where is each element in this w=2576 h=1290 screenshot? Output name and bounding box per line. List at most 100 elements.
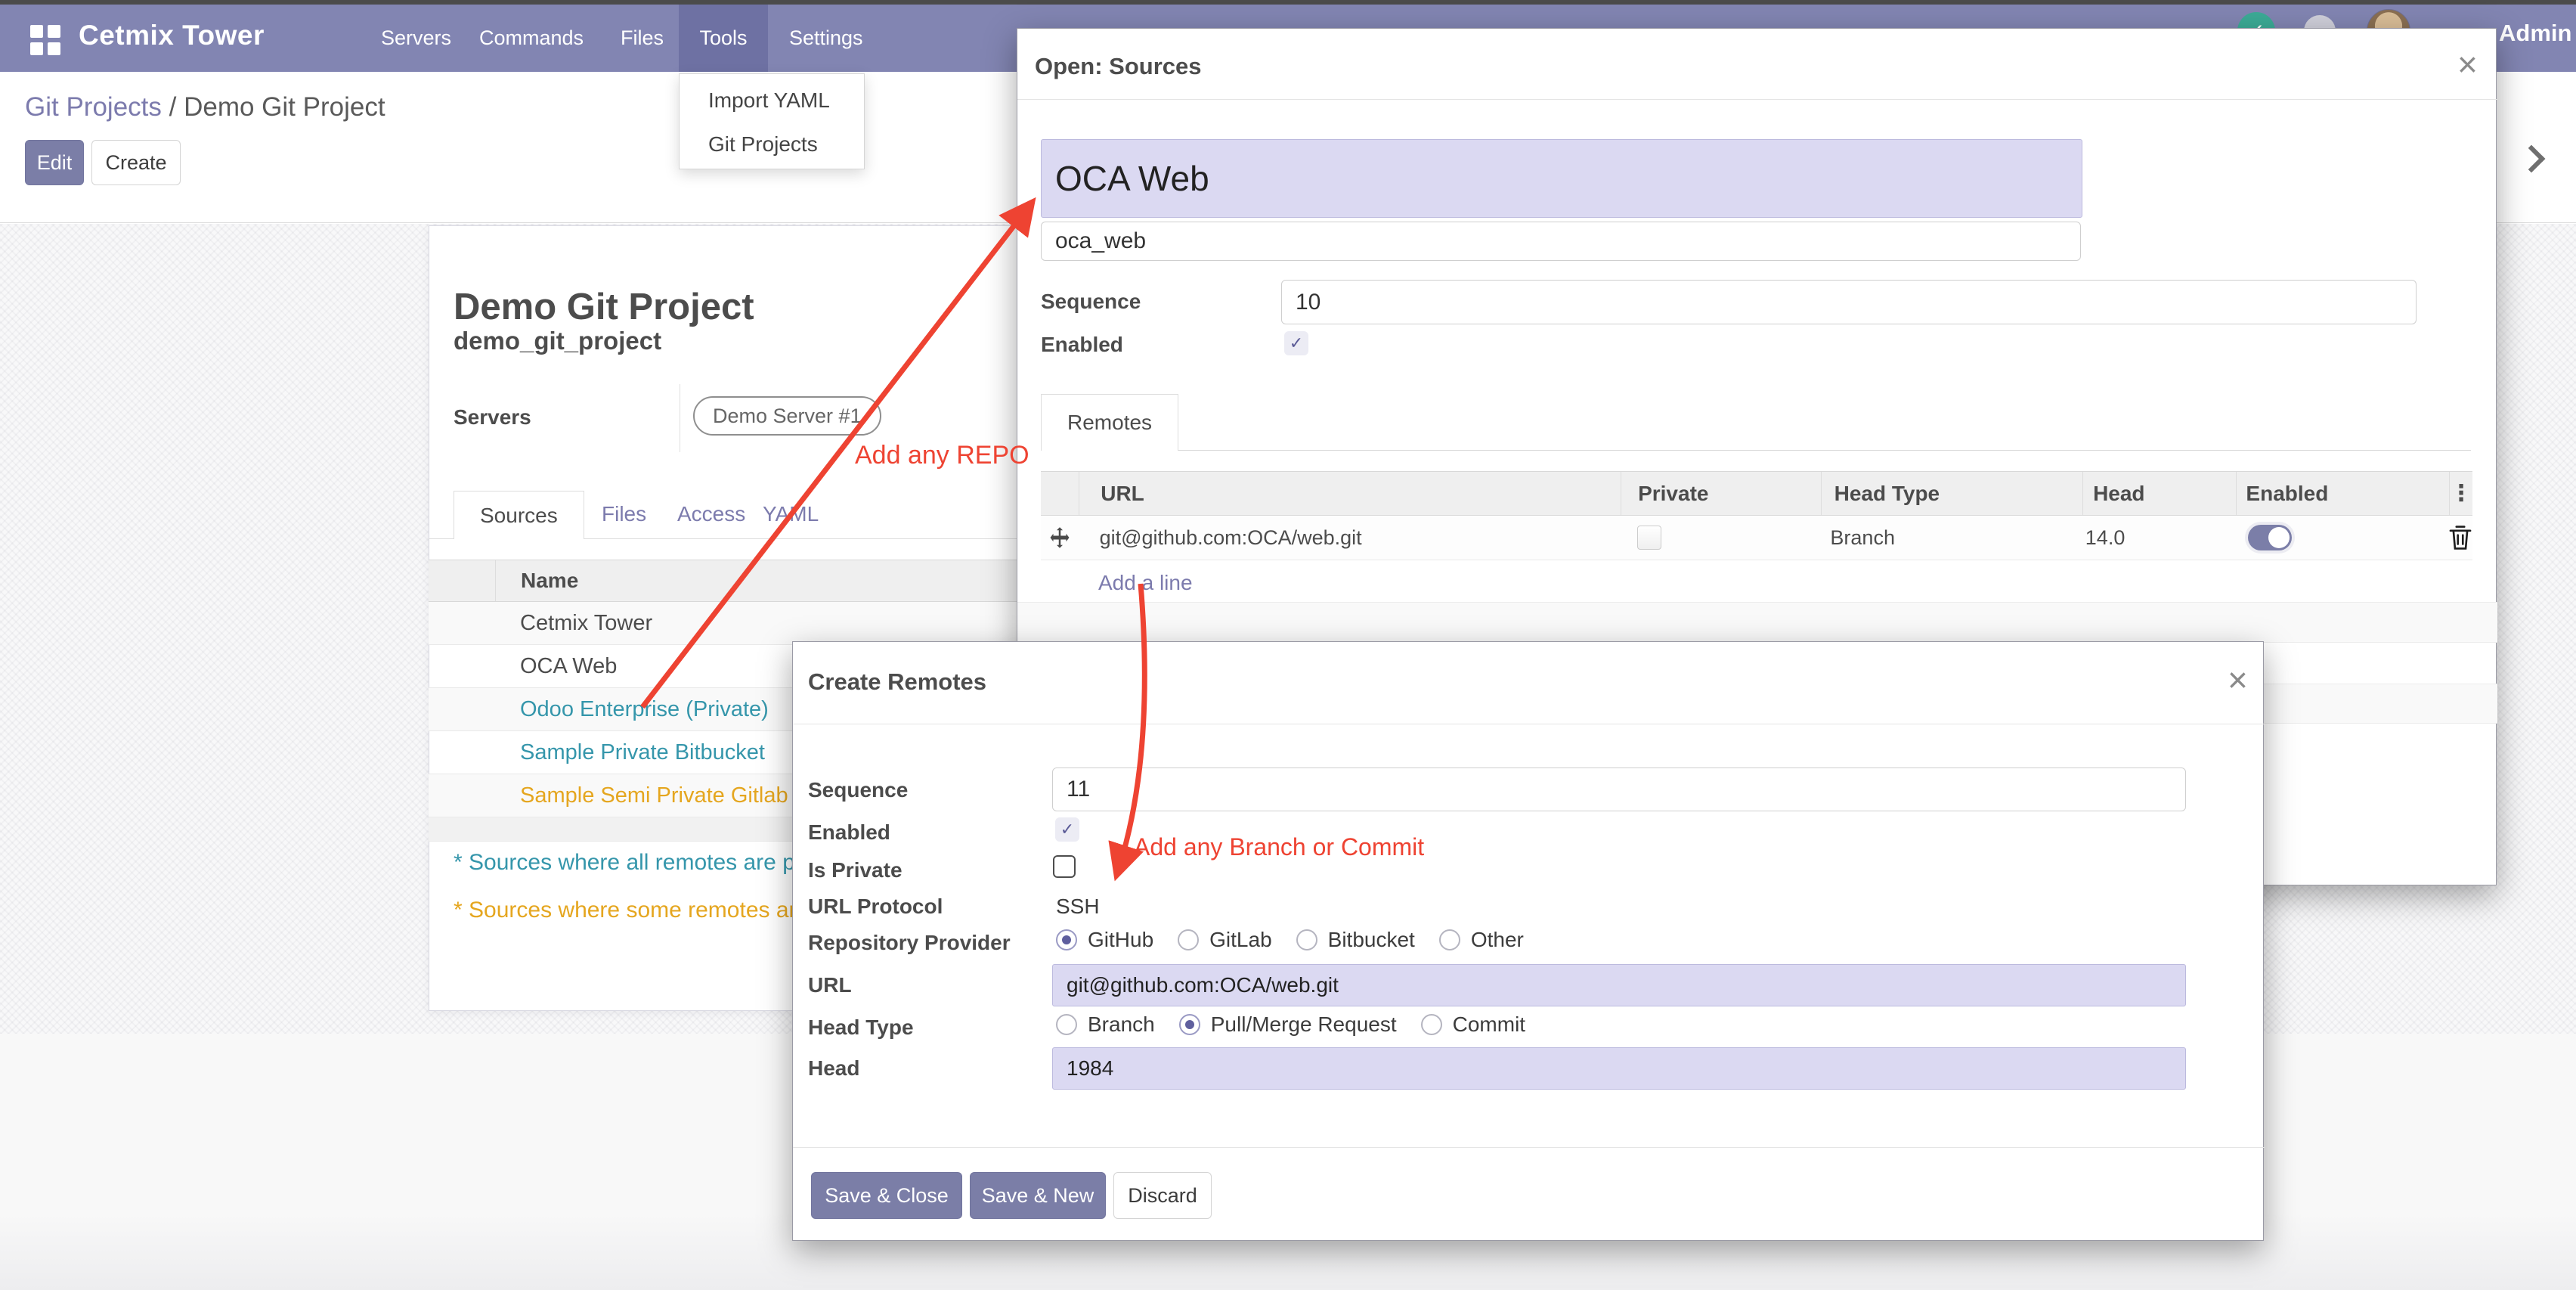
create-remotes-title: Create Remotes [808, 668, 986, 696]
url-protocol-value: SSH [1056, 895, 1100, 919]
remote-url-cell[interactable]: git@github.com:OCA/web.git [1079, 526, 1613, 550]
empty-row [1017, 603, 2497, 643]
add-a-line-link[interactable]: Add a line [1098, 571, 1193, 595]
breadcrumb-current: Demo Git Project [184, 92, 385, 122]
modal-header-divider [1017, 99, 2497, 100]
sequence-label: Sequence [808, 778, 908, 802]
breadcrumb-parent-link[interactable]: Git Projects [25, 92, 162, 122]
remote-enabled-cell [2227, 525, 2448, 550]
menu-item-import-yaml[interactable]: Import YAML [680, 79, 864, 122]
nav-item-tools[interactable]: Tools [679, 5, 768, 72]
remotes-table-header: URL Private Head Type Head Enabled ⋮ [1041, 471, 2472, 516]
nav-item-servers[interactable]: Servers [361, 5, 471, 72]
menu-item-git-projects[interactable]: Git Projects [680, 122, 864, 166]
source-code-input[interactable]: oca_web [1041, 222, 2081, 261]
url-input[interactable]: git@github.com:OCA/web.git [1052, 964, 2186, 1006]
handle-column [1041, 472, 1079, 515]
nav-item-commands[interactable]: Commands [460, 5, 603, 72]
project-code: demo_git_project [454, 327, 661, 355]
radio-pull-merge-request-label[interactable]: Pull/Merge Request [1211, 1012, 1397, 1037]
tab-yaml[interactable]: YAML [737, 490, 844, 538]
app-window: Cetmix Tower Servers Commands Files Tool… [0, 0, 2576, 1290]
private-column-header[interactable]: Private [1621, 472, 1822, 515]
optional-columns-icon[interactable]: ⋮ [2450, 480, 2472, 507]
footnote-semi-private: * Sources where some remotes are [454, 898, 809, 923]
server-tag[interactable]: Demo Server #1 [693, 396, 881, 436]
private-checkbox[interactable] [1637, 526, 1661, 550]
radio-other[interactable] [1439, 929, 1460, 950]
radio-branch[interactable] [1056, 1014, 1077, 1035]
sources-modal-title: Open: Sources [1035, 53, 1202, 80]
radio-github[interactable] [1056, 929, 1077, 950]
delete-row-icon[interactable] [2448, 525, 2472, 550]
remote-head-type-cell[interactable]: Branch [1817, 526, 2075, 550]
select-column [429, 560, 496, 601]
check-icon: ✓ [1290, 333, 1303, 353]
drag-handle-icon[interactable] [1041, 526, 1079, 549]
radio-bitbucket-label[interactable]: Bitbucket [1328, 928, 1415, 952]
create-button[interactable]: Create [91, 140, 181, 185]
sequence-label: Sequence [1041, 290, 1141, 314]
servers-field-label: Servers [454, 405, 531, 429]
url-column-header[interactable]: URL [1079, 472, 1621, 515]
remote-row[interactable]: git@github.com:OCA/web.git Branch 14.0 [1041, 516, 2472, 560]
repository-provider-radios: GitHub GitLab Bitbucket Other [1056, 928, 1524, 952]
enabled-label: Enabled [808, 820, 890, 845]
repo-annotation: Add any REPO [855, 441, 1029, 470]
modal-footer-divider [793, 1147, 2265, 1148]
repository-provider-label: Repository Provider [808, 931, 1011, 955]
user-name[interactable]: Admin [2499, 20, 2571, 47]
tab-sources[interactable]: Sources [454, 491, 584, 539]
create-remotes-modal: Create Remotes × Sequence 11 Enabled ✓ I… [792, 641, 2264, 1241]
save-close-button[interactable]: Save & Close [811, 1172, 962, 1219]
radio-bitbucket[interactable] [1296, 929, 1317, 950]
enabled-toggle[interactable] [2248, 525, 2292, 550]
head-type-column-header[interactable]: Head Type [1822, 472, 2083, 515]
footnote-private: * Sources where all remotes are pri [454, 850, 808, 876]
head-column-header[interactable]: Head [2083, 472, 2237, 515]
enabled-checkbox[interactable]: ✓ [1055, 817, 1079, 842]
head-type-label: Head Type [808, 1016, 914, 1040]
save-new-button[interactable]: Save & New [970, 1172, 1106, 1219]
radio-other-label[interactable]: Other [1471, 928, 1524, 952]
sequence-input[interactable]: 11 [1052, 767, 2186, 811]
enabled-column-header[interactable]: Enabled [2237, 472, 2450, 515]
breadcrumb-separator: / [162, 92, 184, 122]
remote-private-cell[interactable] [1613, 526, 1818, 550]
tab-remotes[interactable]: Remotes [1041, 394, 1178, 451]
radio-commit[interactable] [1421, 1014, 1442, 1035]
url-label: URL [808, 973, 852, 997]
enabled-checkbox[interactable]: ✓ [1284, 331, 1308, 355]
head-input[interactable]: 1984 [1052, 1047, 2186, 1090]
app-brand[interactable]: Cetmix Tower [79, 20, 265, 51]
nav-item-files[interactable]: Files [601, 5, 683, 72]
url-protocol-label: URL Protocol [808, 895, 943, 919]
remote-head-cell[interactable]: 14.0 [2076, 526, 2227, 550]
notebook-tab-line [1041, 450, 2471, 451]
radio-gitlab-label[interactable]: GitLab [1209, 928, 1272, 952]
name-column-header[interactable]: Name [496, 569, 578, 593]
enabled-label: Enabled [1041, 333, 1123, 357]
radio-commit-label[interactable]: Commit [1453, 1012, 1525, 1037]
is-private-label: Is Private [808, 858, 903, 882]
branch-annotation: Add any Branch or Commit [1134, 833, 1424, 861]
radio-branch-label[interactable]: Branch [1088, 1012, 1155, 1037]
edit-button[interactable]: Edit [25, 140, 84, 185]
nav-item-settings[interactable]: Settings [769, 5, 883, 72]
tools-dropdown: Import YAML Git Projects [679, 73, 865, 169]
source-name-input[interactable]: OCA Web [1041, 139, 2082, 218]
close-icon[interactable]: × [2228, 662, 2248, 697]
close-icon[interactable]: × [2457, 47, 2478, 82]
radio-gitlab[interactable] [1178, 929, 1199, 950]
check-icon: ✓ [1060, 820, 1074, 839]
discard-button[interactable]: Discard [1113, 1172, 1212, 1219]
head-type-radios: Branch Pull/Merge Request Commit [1056, 1012, 1525, 1037]
breadcrumb: Git Projects / Demo Git Project [25, 92, 385, 122]
project-title: Demo Git Project [454, 286, 754, 328]
head-label: Head [808, 1056, 859, 1081]
sequence-input[interactable]: 10 [1281, 280, 2417, 324]
is-private-checkbox[interactable] [1053, 855, 1076, 878]
radio-github-label[interactable]: GitHub [1088, 928, 1153, 952]
radio-pull-merge-request[interactable] [1179, 1014, 1200, 1035]
apps-menu-icon[interactable] [30, 25, 60, 55]
